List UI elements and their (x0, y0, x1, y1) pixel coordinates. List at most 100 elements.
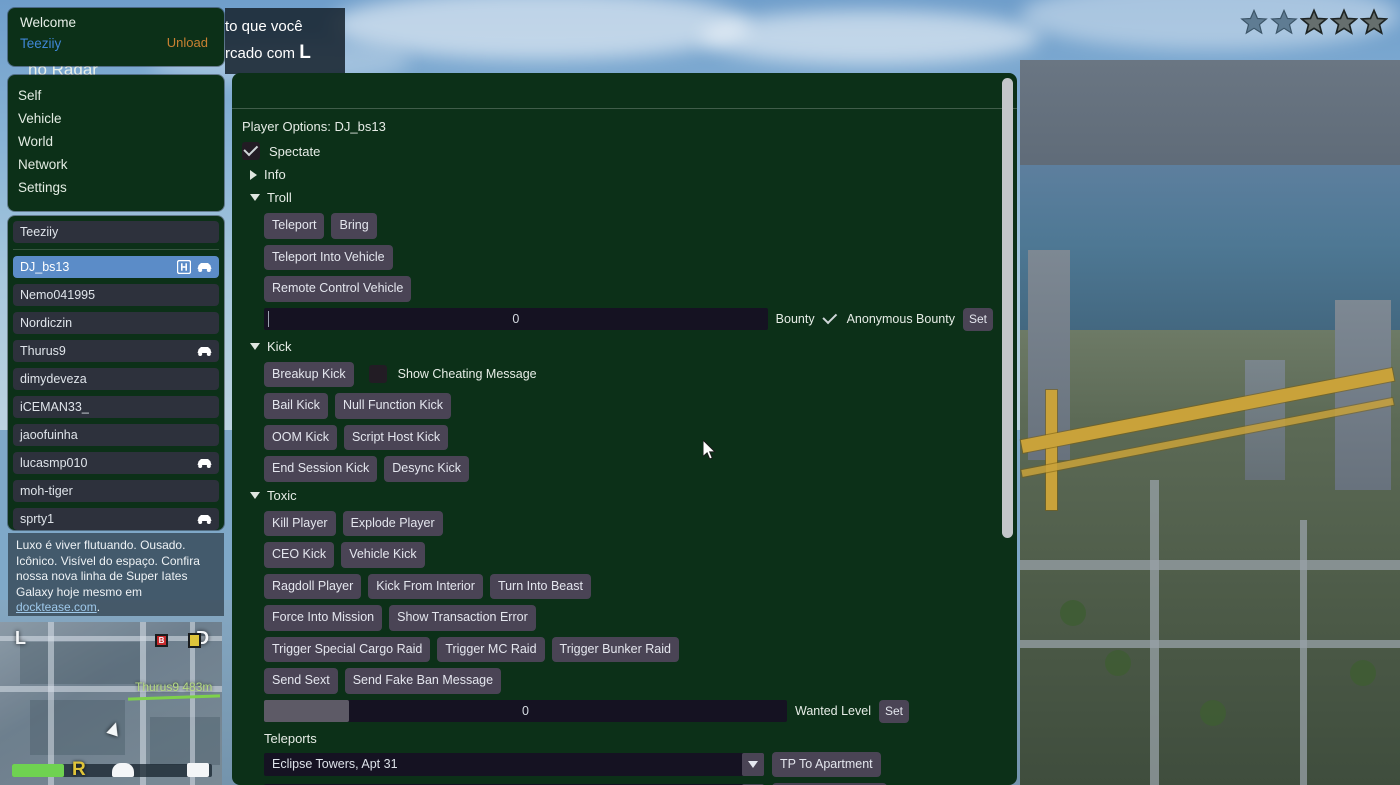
list-item[interactable]: iCEMAN33_ (13, 396, 219, 418)
trigger-mc-raid-button[interactable]: Trigger MC Raid (437, 636, 545, 662)
spectate-toggle[interactable]: Spectate (242, 142, 993, 160)
ad-link[interactable]: docktease.com (16, 600, 97, 614)
wanted-level-value: 0 (522, 704, 529, 718)
bounty-set-button[interactable]: Set (962, 307, 993, 331)
trigger-special-cargo-raid-button[interactable]: Trigger Special Cargo Raid (264, 636, 431, 662)
wanted-level-set-button[interactable]: Set (878, 699, 909, 723)
vehicle-icon (197, 459, 212, 468)
trigger-bunker-raid-button[interactable]: Trigger Bunker Raid (551, 636, 679, 662)
map-block (150, 717, 220, 765)
cloud (700, 10, 1040, 65)
list-item[interactable]: Nemo041995 (13, 284, 219, 306)
sidebar-item-settings[interactable]: Settings (8, 176, 224, 199)
toxic-row-2: CEO Kick Vehicle Kick (264, 542, 993, 568)
remote-control-vehicle-button[interactable]: Remote Control Vehicle (264, 276, 412, 302)
bring-button[interactable]: Bring (331, 213, 377, 239)
chevron-down-icon (250, 491, 260, 499)
list-item[interactable]: Nordiczin (13, 312, 219, 334)
notification-line-1: to que você (225, 18, 303, 35)
anonymous-bounty-label: Anonymous Bounty (846, 312, 955, 326)
star-icon (1270, 8, 1298, 35)
star-icon (1240, 8, 1268, 35)
map-street (48, 622, 54, 785)
tree (1350, 660, 1376, 686)
show-cheating-message-label: Show Cheating Message (397, 367, 537, 382)
sidebar-item-self[interactable]: Self (8, 84, 224, 107)
apartment-select-value: Eclipse Towers, Apt 31 (272, 757, 398, 772)
sidebar-item-vehicle[interactable]: Vehicle (8, 107, 224, 130)
oom-kick-button[interactable]: OOM Kick (264, 424, 337, 450)
section-kick[interactable]: Kick (250, 339, 993, 354)
list-item[interactable]: sprty1 (13, 508, 219, 530)
vehicle-icon (197, 263, 212, 272)
explode-player-button[interactable]: Explode Player (342, 510, 443, 536)
show-transaction-error-button[interactable]: Show Transaction Error (389, 605, 536, 631)
section-toxic[interactable]: Toxic (250, 488, 993, 503)
section-info[interactable]: Info (250, 167, 993, 182)
vehicle-kick-button[interactable]: Vehicle Kick (341, 542, 425, 568)
tp-to-apartment-button[interactable]: TP To Apartment (772, 751, 881, 777)
list-item[interactable]: DJ_bs13 (13, 256, 219, 278)
minimap: L D B Thurus9 483m R (0, 622, 222, 785)
desync-kick-button[interactable]: Desync Kick (384, 456, 470, 482)
player-list-header: Teeziiy (13, 221, 219, 243)
list-item[interactable]: Thurus9 (13, 340, 219, 362)
force-into-mission-button[interactable]: Force Into Mission (264, 605, 383, 631)
skyscraper (1335, 300, 1391, 490)
welcome-panel: Welcome Teeziiy Unload (8, 8, 224, 66)
send-sext-button[interactable]: Send Sext (264, 668, 338, 694)
player-name: moh-tiger (20, 484, 73, 498)
unload-button[interactable]: Unload (167, 35, 208, 50)
section-toxic-label: Toxic (267, 487, 297, 503)
spectate-label: Spectate (269, 143, 321, 159)
script-host-kick-button[interactable]: Script Host Kick (343, 424, 449, 450)
apartment-select[interactable]: Eclipse Towers, Apt 31 (264, 752, 764, 776)
player-name: Thurus9 (20, 344, 66, 358)
ad-text: Luxo é viver flutuando. Ousado. Icônico.… (16, 538, 200, 599)
anonymous-bounty-checkbox[interactable] (823, 311, 839, 327)
player-name: sprty1 (20, 512, 55, 526)
kick-row-3: OOM Kick Script Host Kick (264, 424, 993, 450)
player-badges (196, 508, 213, 530)
player-badges (196, 340, 213, 362)
spectate-checkbox[interactable] (242, 142, 260, 160)
main-nav-panel: Self Vehicle World Network Settings (8, 75, 224, 211)
in-game-advertisement: Luxo é viver flutuando. Ousado. Icônico.… (8, 533, 224, 616)
player-name: lucasmp010 (20, 456, 88, 470)
vehicle-icon (197, 515, 212, 524)
section-troll-label: Troll (267, 190, 292, 205)
kill-player-button[interactable]: Kill Player (264, 510, 336, 536)
text-caret (268, 311, 269, 327)
breakup-kick-button[interactable]: Breakup Kick (264, 361, 354, 387)
sidebar-item-network[interactable]: Network (8, 153, 224, 176)
divider (13, 249, 219, 250)
list-item[interactable]: jaoofuinha (13, 424, 219, 446)
turn-into-beast-button[interactable]: Turn Into Beast (489, 573, 591, 599)
bounty-value: 0 (512, 312, 520, 326)
section-troll[interactable]: Troll (250, 190, 993, 205)
map-rank-letter: R (72, 759, 86, 780)
wanted-level-label: Wanted Level (795, 704, 871, 718)
game-notification-toast: to que você rcado com L (225, 8, 345, 74)
vertical-scrollbar[interactable] (1002, 78, 1013, 538)
kick-from-interior-button[interactable]: Kick From Interior (368, 573, 483, 599)
list-item[interactable]: moh-tiger (13, 480, 219, 502)
toxic-row-6: Send Sext Send Fake Ban Message (264, 668, 993, 694)
wanted-level-stars (1240, 8, 1388, 36)
ragdoll-player-button[interactable]: Ragdoll Player (264, 573, 362, 599)
end-session-kick-button[interactable]: End Session Kick (264, 456, 378, 482)
teleport-button[interactable]: Teleport (264, 213, 325, 239)
list-item[interactable]: lucasmp010 (13, 452, 219, 474)
show-cheating-message-checkbox[interactable] (368, 365, 387, 384)
ceo-kick-button[interactable]: CEO Kick (264, 542, 335, 568)
list-item[interactable]: dimydeveza (13, 368, 219, 390)
bounty-input[interactable]: 0 (264, 308, 768, 330)
wanted-level-slider[interactable]: 0 (264, 700, 787, 722)
send-fake-ban-message-button[interactable]: Send Fake Ban Message (344, 668, 502, 694)
sidebar-item-world[interactable]: World (8, 130, 224, 153)
bounty-label: Bounty (775, 312, 815, 326)
bail-kick-button[interactable]: Bail Kick (264, 393, 328, 419)
chevron-down-icon[interactable] (742, 752, 764, 776)
null-function-kick-button[interactable]: Null Function Kick (334, 393, 451, 419)
teleport-into-vehicle-button[interactable]: Teleport Into Vehicle (264, 244, 393, 270)
